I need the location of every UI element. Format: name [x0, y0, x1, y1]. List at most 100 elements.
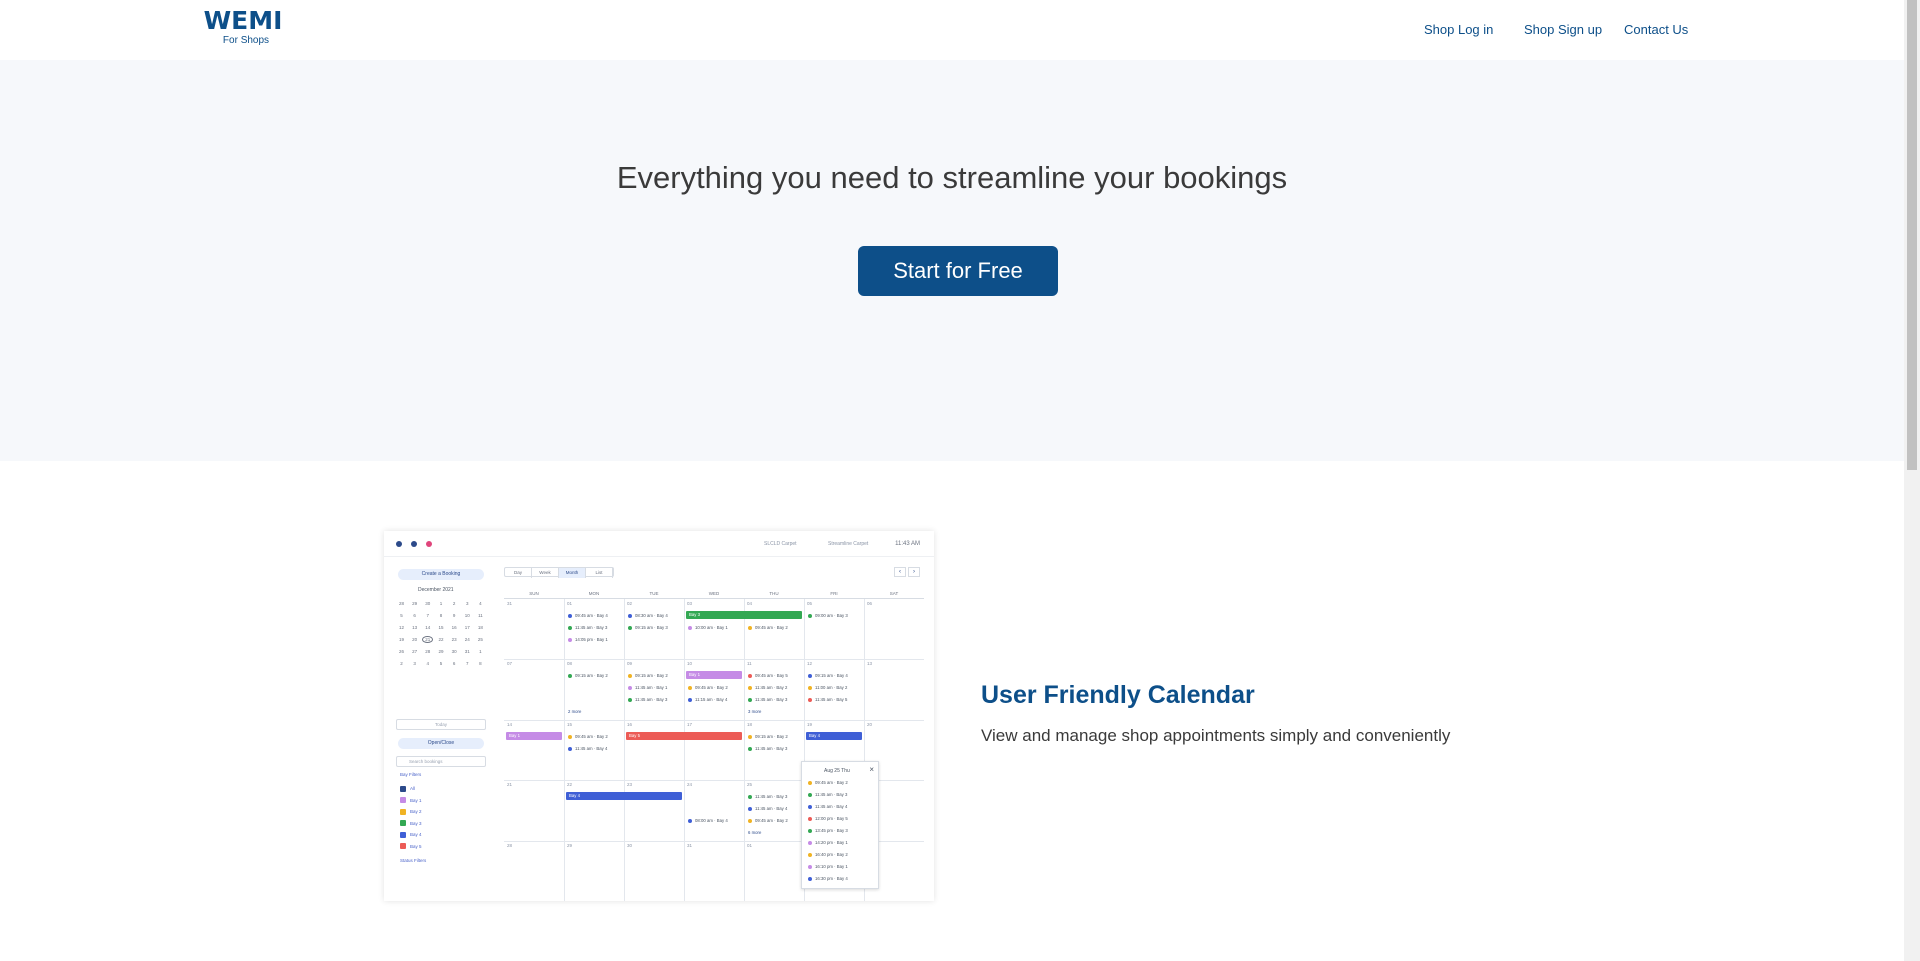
calendar-event: 11:45 am · Bay 4 [568, 746, 607, 751]
day-number: 03 [687, 601, 693, 606]
mini-calendar-day: 16 [451, 624, 457, 630]
mini-calendar-row: 19 20 21 22 23 24 25 [396, 633, 486, 645]
bay-filter-item: All [400, 785, 415, 793]
event-dot [748, 698, 752, 703]
mini-calendar-day: 5 [400, 612, 403, 618]
day-number: 02 [627, 601, 633, 606]
multi-day-event: Bay 3 [686, 611, 802, 619]
day-number: 13 [867, 661, 873, 667]
mini-calendar-day: 23 [451, 636, 457, 642]
event-dot [808, 613, 812, 618]
event-dot [808, 864, 812, 869]
day-number: 04 [747, 601, 753, 606]
day-number: 28 [507, 842, 513, 848]
event-dot [808, 840, 812, 845]
day-number: 08 [567, 661, 573, 667]
grid-column-line [744, 599, 745, 901]
day-number: 16 [627, 721, 633, 727]
popup-event: 16:30 pm · Bay 4 [808, 876, 848, 881]
day-number: 24 [687, 782, 693, 788]
day-number: 19 [807, 721, 813, 727]
event-dot [808, 686, 812, 691]
event-dot [688, 686, 692, 691]
nav-contact-us[interactable]: Contact Us [1624, 22, 1688, 37]
grid-column-line [624, 599, 625, 901]
calendar-event: 11:45 am · Bay 3 [748, 746, 787, 751]
more-events-link: 6 more [748, 830, 762, 836]
popup-event: 12:00 pm · Bay 5 [808, 816, 848, 821]
mini-calendar-day: 31 [464, 648, 470, 654]
day-number: 17 [687, 721, 693, 727]
weekday-header: SAT [864, 589, 924, 599]
popup-event: 13:45 pm · Bay 3 [808, 828, 848, 833]
day-number: 09 [627, 661, 633, 667]
nav-shop-signup[interactable]: Shop Sign up [1524, 22, 1602, 37]
event-dot [748, 746, 752, 751]
calendar-event: 09:45 am · Bay 2 [748, 625, 788, 630]
weekday-header: SUN [504, 589, 564, 599]
mini-calendar-day: 10 [464, 612, 470, 618]
day-number: 25 [747, 782, 753, 788]
bay-filter-label: Bay 3 [410, 820, 422, 826]
month-nav: ‹ › [894, 567, 920, 577]
more-events-link: 3 more [748, 709, 762, 715]
day-number: 18 [747, 721, 753, 727]
event-dot [808, 780, 812, 785]
notification-icon [426, 541, 432, 547]
mini-calendar-day: 7 [466, 660, 469, 666]
calendar-event: 09:15 am · Bay 2 [568, 673, 608, 678]
mini-calendar-day: 29 [412, 600, 418, 606]
calendar-event: 11:00 am · Bay 2 [808, 685, 847, 690]
scrollbar-thumb[interactable] [1907, 0, 1917, 470]
preview-topbar: SLCLD Carpet Streamline Carpet 11:43 AM [384, 531, 934, 557]
view-tab: Month [559, 568, 586, 578]
bay-filter-item: Bay 2 [400, 808, 422, 816]
day-number: 12 [807, 661, 813, 667]
calendar-event: 09:45 am · Bay 4 [568, 613, 608, 618]
day-number: 30 [627, 842, 633, 848]
day-number: 06 [867, 601, 873, 606]
calendar-event: 09:45 am · Bay 2 [688, 685, 728, 690]
day-number: 21 [507, 782, 513, 788]
calendar-event: 08:00 am · Bay 4 [688, 818, 728, 823]
preview-clock: 11:43 AM [895, 541, 920, 547]
calendar-event: 10:00 am · Bay 1 [688, 625, 728, 630]
popup-event: 11:45 am · Bay 3 [808, 792, 847, 797]
view-switcher: Day Week Month List [504, 567, 614, 578]
start-for-free-button[interactable]: Start for Free [858, 246, 1058, 296]
hero-title: Everything you need to streamline your b… [616, 160, 1288, 195]
day-number: 20 [867, 721, 873, 727]
mini-calendar-day: 15 [438, 624, 444, 630]
event-dot [688, 698, 692, 703]
scrollbar[interactable] [1904, 0, 1920, 961]
event-dot [628, 613, 632, 618]
feature-description: View and manage shop appointments simply… [981, 726, 1451, 745]
mini-calendar-day: 30 [451, 648, 457, 654]
grid-column-line [564, 599, 565, 901]
logo[interactable]: WEMI For Shops [198, 8, 288, 48]
mini-calendar-day: 26 [398, 648, 404, 654]
event-dot [808, 674, 812, 679]
mini-calendar-day: 29 [438, 648, 444, 654]
view-tab: Day [505, 568, 532, 578]
checkbox-icon [400, 843, 406, 850]
event-dot [748, 807, 752, 812]
day-number: 07 [507, 661, 513, 667]
event-dot [688, 625, 692, 630]
checkbox-icon [400, 785, 406, 792]
logo-tagline: For Shops [222, 35, 270, 46]
multi-day-event: Bay 4 [566, 792, 682, 801]
calendar-event: 11:45 am · Bay 2 [748, 685, 787, 690]
nav-shop-login[interactable]: Shop Log in [1424, 22, 1493, 37]
mini-calendar-day: 24 [464, 636, 470, 642]
grid-row-line [504, 659, 924, 661]
event-dot [748, 674, 752, 679]
mini-calendar-day: 3 [413, 660, 416, 666]
mini-calendar-day: 5 [439, 660, 443, 666]
calendar-event: 11:45 am · Bay 3 [748, 697, 787, 702]
event-dot [628, 686, 632, 691]
event-dot [628, 625, 632, 630]
event-dot [808, 876, 812, 881]
mini-calendar-day: 12 [398, 624, 404, 630]
more-events-link: 2 more [568, 709, 582, 715]
